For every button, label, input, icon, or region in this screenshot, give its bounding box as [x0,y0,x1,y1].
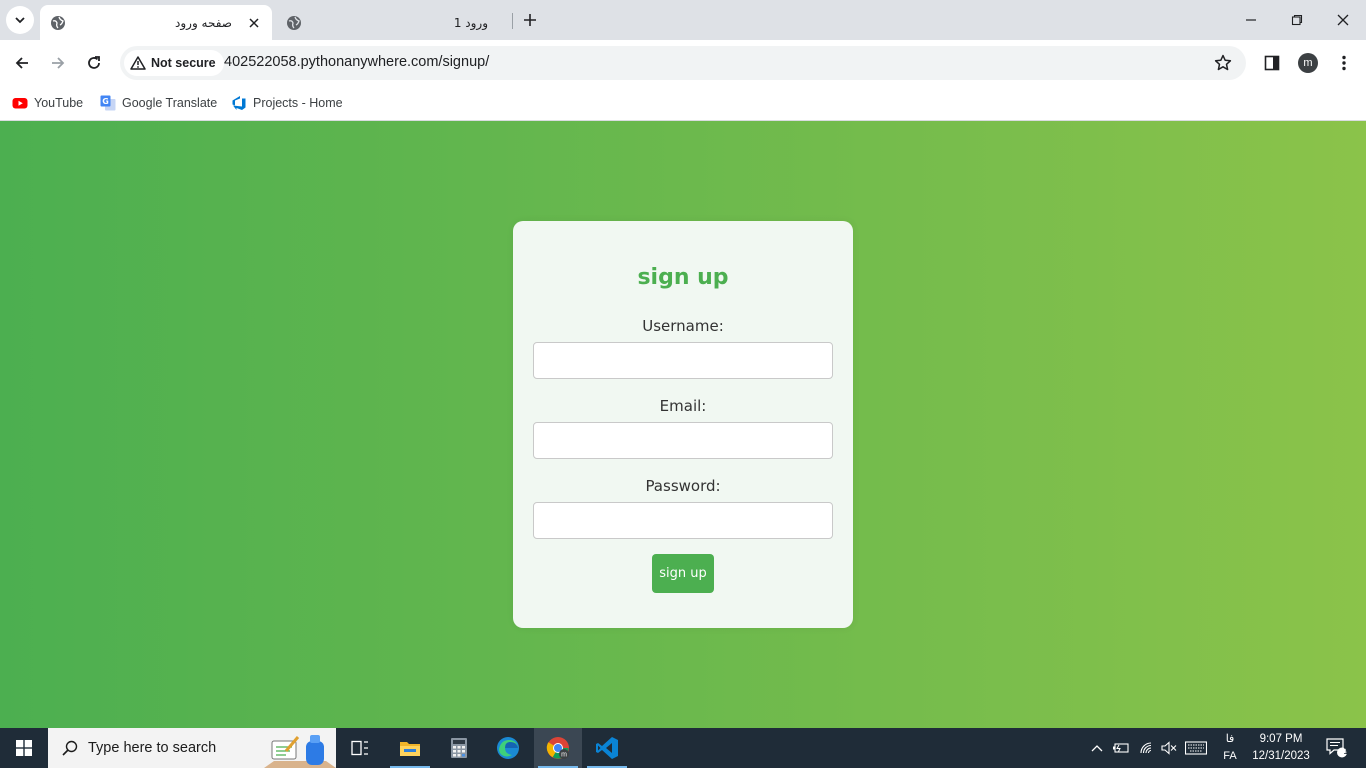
battery-tray[interactable] [1110,728,1132,768]
taskbar-file-explorer[interactable] [386,728,434,768]
back-button[interactable] [7,48,37,78]
restore-button[interactable] [1274,0,1320,40]
search-icon [62,740,78,756]
volume-tray[interactable] [1158,728,1180,768]
globe-icon [51,15,65,30]
wifi-icon [1140,742,1152,754]
url-text[interactable]: 402522058.pythonanywhere.com/signup/ [224,54,489,70]
notification-center-button[interactable]: 1 [1320,728,1354,768]
tab-title: صفحه ورود [175,15,232,30]
username-label: Username: [642,317,724,335]
page-viewport: sign up Username: Email: Password: sign … [0,121,1366,728]
input-language-indicator[interactable]: فا FA [1218,731,1242,765]
restore-icon [1291,14,1303,26]
site-info-chip[interactable]: Not secure [124,50,224,76]
google-translate-icon: G [100,95,116,111]
bookmark-google-translate[interactable]: G Google Translate [100,92,217,114]
chevron-down-icon [15,17,25,24]
chrome-icon: m [546,737,569,759]
bookmark-youtube[interactable]: YouTube [12,92,83,114]
username-input[interactable] [533,342,833,379]
svg-text:m: m [561,752,567,759]
signup-form-card: sign up Username: Email: Password: sign … [513,221,853,628]
bookmark-label: Google Translate [122,96,218,110]
keyboard-tray[interactable] [1182,728,1210,768]
close-icon [1337,14,1349,26]
calculator-icon [451,738,467,758]
taskbar-search-box[interactable]: Type here to search [48,728,336,768]
bookmarks-bar: YouTube G Google Translate Projects - Ho… [0,86,1366,121]
svg-text:G: G [102,97,109,106]
new-tab-button[interactable] [520,10,540,30]
forward-button[interactable] [43,48,73,78]
taskbar-task-view[interactable] [336,728,384,768]
email-input[interactable] [533,422,833,459]
plus-icon [524,14,536,26]
password-label: Password: [645,477,721,495]
star-icon[interactable] [1214,54,1232,72]
taskbar-clock[interactable]: 9:07 PM 12/31/2023 [1246,731,1316,765]
notification-count: 1 [1343,746,1349,757]
chevron-up-icon [1091,745,1103,752]
taskbar-chrome[interactable]: m [534,728,582,768]
close-tab-icon[interactable] [246,15,262,31]
email-label: Email: [659,397,707,415]
azure-devops-icon [232,96,246,110]
reload-button[interactable] [79,48,109,78]
tab-separator [512,13,513,29]
start-button[interactable] [0,728,48,768]
language-code: FA [1223,750,1237,762]
arrow-right-icon [52,57,65,69]
show-hidden-icons-button[interactable] [1088,728,1106,768]
tab-login[interactable]: ورود 1 [276,5,512,40]
side-panel-button[interactable] [1257,48,1287,78]
not-secure-label: Not secure [151,56,216,70]
reload-icon [88,56,100,69]
clock-date: 12/31/2023 [1252,750,1310,762]
youtube-icon [12,98,28,109]
clock-time: 9:07 PM [1259,733,1303,745]
browser-toolbar: Not secure 402522058.pythonanywhere.com/… [0,40,1366,86]
task-view-icon [351,740,368,756]
page-title: sign up [637,265,729,290]
address-bar[interactable]: Not secure 402522058.pythonanywhere.com/… [120,46,1246,80]
edge-icon [497,737,519,759]
windows-logo-icon [16,740,32,756]
minimize-button[interactable] [1228,0,1274,40]
search-highlight-icon [264,735,336,768]
tab-signup[interactable]: صفحه ورود [40,5,272,40]
volume-muted-icon [1161,741,1177,755]
minimize-icon [1246,19,1256,21]
language-native: فا [1225,733,1235,745]
taskbar-calculator[interactable] [435,728,483,768]
chrome-menu-button[interactable] [1329,48,1359,78]
profile-avatar[interactable]: m [1298,53,1318,73]
tab-search-button[interactable] [6,6,34,34]
bookmark-label: YouTube [34,96,84,110]
taskbar: Type here to search m فا FA 9:07 PM 12/3… [0,728,1366,768]
password-input[interactable] [533,502,833,539]
vscode-icon [596,737,618,759]
close-window-button[interactable] [1320,0,1366,40]
bookmark-label: Projects - Home [253,96,343,110]
search-placeholder: Type here to search [88,740,217,756]
side-panel-icon [1264,55,1280,71]
globe-icon [287,15,301,30]
warning-icon [130,56,146,70]
taskbar-edge[interactable] [484,728,532,768]
battery-icon [1113,743,1129,753]
signup-submit-button[interactable]: sign up [652,554,714,593]
file-explorer-icon [400,742,420,756]
taskbar-vscode[interactable] [583,728,631,768]
tab-title: ورود 1 [453,15,488,30]
bookmark-projects-home[interactable]: Projects - Home [231,92,343,114]
more-vertical-icon [1342,55,1346,71]
arrow-left-icon [15,57,28,69]
keyboard-icon [1185,741,1207,755]
tab-strip: صفحه ورود ورود 1 [0,0,1366,40]
wifi-tray[interactable] [1136,728,1158,768]
